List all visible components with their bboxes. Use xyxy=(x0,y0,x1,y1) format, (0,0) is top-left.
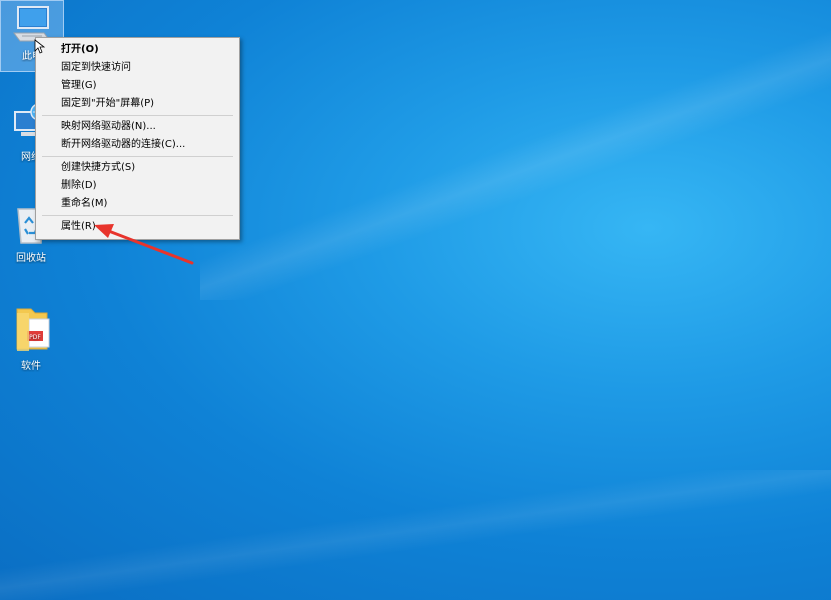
menu-item-create-shortcut[interactable]: 创建快捷方式(S) xyxy=(36,159,239,177)
menu-item-open[interactable]: 打开(O) xyxy=(36,41,239,59)
svg-text:PDF: PDF xyxy=(29,334,41,341)
folder-pdf-icon: PDF xyxy=(16,308,50,351)
context-menu: 打开(O) 固定到快速访问 管理(G) 固定到"开始"屏幕(P) 映射网络驱动器… xyxy=(35,37,240,240)
menu-item-properties[interactable]: 属性(R) xyxy=(36,218,239,236)
desktop-icon-label: 回收站 xyxy=(16,253,46,264)
menu-separator xyxy=(42,156,233,157)
menu-item-disconnect-network-drive[interactable]: 断开网络驱动器的连接(C)... xyxy=(36,136,239,154)
menu-item-map-network-drive[interactable]: 映射网络驱动器(N)... xyxy=(36,118,239,136)
menu-item-delete[interactable]: 删除(D) xyxy=(36,177,239,195)
desktop[interactable]: 此电 网络 回收站 PDF 软件 打开(O) 固定到快速访问 管理(G) 固定到… xyxy=(0,0,831,600)
desktop-icon-label: 软件 xyxy=(21,361,41,372)
menu-item-rename[interactable]: 重命名(M) xyxy=(36,195,239,213)
menu-separator xyxy=(42,215,233,216)
menu-item-pin-start[interactable]: 固定到"开始"屏幕(P) xyxy=(36,95,239,113)
wallpaper-light-beam xyxy=(0,470,831,600)
menu-item-manage[interactable]: 管理(G) xyxy=(36,77,239,95)
menu-item-pin-quick-access[interactable]: 固定到快速访问 xyxy=(36,59,239,77)
wallpaper-light-beam xyxy=(200,0,831,300)
desktop-icon-software-folder[interactable]: PDF 软件 xyxy=(0,305,62,372)
menu-separator xyxy=(42,115,233,116)
